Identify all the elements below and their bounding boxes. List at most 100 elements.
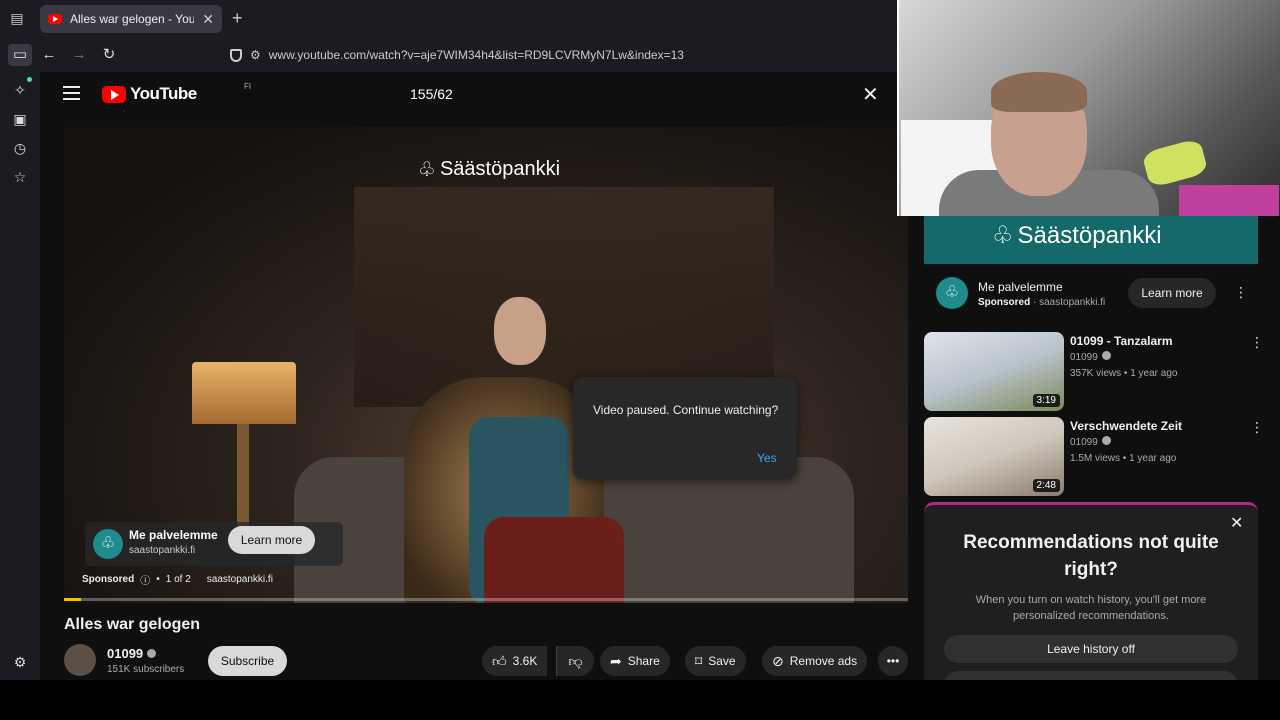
sidebar-ad[interactable]: ♧ Me palvelemme Sponsored · saastopankki…: [924, 264, 1258, 324]
ad-progress-bar[interactable]: [64, 598, 908, 601]
bookmarks-star-icon[interactable]: ☆: [10, 167, 30, 187]
youtube-logo[interactable]: YouTube FI: [102, 82, 251, 104]
continue-watching-dialog: Video paused. Continue watching? Yes: [573, 377, 797, 479]
leave-history-off-button[interactable]: Leave history off: [944, 635, 1238, 663]
sidebar-ad-banner[interactable]: ♧ Säästöpankki: [924, 216, 1258, 264]
video-thumbnail[interactable]: 3:19: [924, 332, 1064, 411]
sidebar-toggle-icon[interactable]: ▭: [8, 44, 32, 66]
dialog-yes-button[interactable]: Yes: [757, 451, 777, 465]
save-button[interactable]: ⌑ Save: [685, 646, 746, 676]
ad-card-site: saastopankki.fi: [129, 545, 196, 556]
rec-channel-name: 01099: [1070, 437, 1098, 448]
channel-name-text[interactable]: 01099: [107, 646, 143, 661]
recommendation-item[interactable]: 3:19 01099 - Tanzalarm 01099 357K views …: [924, 332, 1264, 412]
sidebar-ad-title: Me palvelemme: [978, 280, 1063, 294]
clover-logo-icon: ♧: [418, 159, 436, 181]
video-player[interactable]: ♧ Säästöpankki ♧ Me palvelemme saastopan…: [64, 127, 908, 603]
ad-card[interactable]: ♧ Me palvelemme saastopankki.fi Learn mo…: [85, 522, 343, 566]
youtube-favicon-icon: [48, 14, 62, 24]
share-label: Share: [627, 654, 660, 668]
save-label: Save: [708, 654, 736, 668]
rec-channel: 01099: [1070, 351, 1111, 363]
more-vertical-icon[interactable]: ⋮: [1250, 334, 1264, 351]
duration-badge: 3:19: [1032, 394, 1060, 407]
verified-check-icon: [1101, 351, 1111, 360]
rec-meta: 357K views • 1 year ago: [1070, 368, 1178, 379]
rec-channel: 01099: [1070, 436, 1111, 448]
like-count: 3.6K: [512, 654, 538, 668]
webcam-blanket: [1179, 185, 1279, 216]
browser-tab[interactable]: Alles war gelogen - YouTube ✕: [40, 5, 222, 33]
dislike-button[interactable]: 👎︎: [556, 646, 594, 676]
rec-channel-name: 01099: [1070, 352, 1098, 363]
video-frame-woman-head: [494, 297, 546, 365]
sidebar-learn-more-button[interactable]: Learn more: [1128, 278, 1216, 308]
verified-check-icon: [147, 649, 157, 658]
url-text[interactable]: www.youtube.com/watch?v=aje7WIM34h4&list…: [269, 48, 684, 62]
info-icon[interactable]: ⓘ: [140, 572, 150, 587]
ad-brand-overlay: ♧ Säästöpankki: [418, 157, 560, 182]
tab-list-icon[interactable]: ▤: [8, 10, 26, 28]
ad-site-link[interactable]: saastopankki.fi: [207, 574, 273, 585]
ad-learn-more-button[interactable]: Learn more: [228, 526, 315, 554]
share-arrow-icon: ➦: [610, 652, 622, 669]
verified-check-icon: [1101, 436, 1111, 445]
subscriber-count: 151K subscribers: [107, 664, 185, 675]
site-settings-icon[interactable]: ⚙: [250, 48, 261, 62]
search-input[interactable]: 155/62: [410, 86, 453, 102]
country-code: FI: [244, 82, 252, 91]
rec-meta: 1.5M views • 1 year ago: [1070, 453, 1177, 464]
sidebar-ad-site: saastopankki.fi: [1039, 297, 1106, 308]
tab-title: Alles war gelogen - YouTube: [70, 12, 195, 26]
search-box[interactable]: 155/62 ✕: [400, 78, 890, 110]
rec-title[interactable]: Verschwendete Zeit: [1070, 419, 1182, 433]
webcam-pillow: [1141, 137, 1209, 189]
duration-badge: 2:48: [1032, 479, 1060, 492]
logo-text: YouTube: [130, 84, 197, 103]
browser-sidebar: ✧ ▣ ◷ ☆ ⚙: [0, 72, 40, 680]
video-thumbnail[interactable]: 2:48: [924, 417, 1064, 496]
back-icon[interactable]: ←: [38, 44, 60, 66]
settings-gear-icon[interactable]: ⚙: [10, 652, 30, 672]
address-bar[interactable]: ⚙ www.youtube.com/watch?v=aje7WIM34h4&li…: [222, 43, 902, 67]
clear-search-icon[interactable]: ✕: [862, 82, 879, 107]
video-frame-woman-skirt: [484, 517, 624, 603]
ad-count: 1 of 2: [165, 574, 191, 585]
rec-title[interactable]: 01099 - Tanzalarm: [1070, 334, 1173, 348]
remove-ads-button[interactable]: ⊘ Remove ads: [762, 646, 868, 676]
channel-name[interactable]: 01099: [107, 646, 157, 661]
no-ads-icon: ⊘: [772, 652, 784, 669]
notification-dot: [27, 77, 32, 82]
sidebar-sponsored-label: Sponsored: [978, 297, 1031, 308]
shield-icon[interactable]: [230, 48, 242, 62]
history-icon[interactable]: ◷: [10, 138, 30, 158]
recommendation-item[interactable]: 2:48 Verschwendete Zeit 01099 1.5M views…: [924, 417, 1264, 497]
dialog-message: Video paused. Continue watching?: [593, 403, 779, 417]
more-vertical-icon[interactable]: ⋮: [1250, 419, 1264, 436]
share-button[interactable]: ➦ Share: [600, 646, 670, 676]
menu-icon[interactable]: [63, 86, 80, 100]
video-title: Alles war gelogen: [64, 616, 201, 633]
new-tab-icon[interactable]: +: [232, 8, 243, 29]
reload-icon[interactable]: ↻: [98, 44, 120, 66]
more-actions-button[interactable]: •••: [878, 646, 908, 676]
more-vertical-icon[interactable]: ⋮: [1234, 284, 1248, 301]
clover-logo-icon: ♧: [992, 222, 1014, 249]
youtube-play-icon: [102, 85, 126, 103]
advertiser-avatar: ♧: [936, 277, 968, 309]
save-page-icon[interactable]: ▣: [10, 109, 30, 129]
channel-avatar[interactable]: [64, 644, 96, 676]
more-horizontal-icon: •••: [886, 654, 900, 668]
subscribe-button[interactable]: Subscribe: [208, 646, 287, 676]
like-button[interactable]: 👍︎ 3.6K: [482, 646, 548, 676]
prompt-heading: Recommendations not quite right?: [963, 532, 1219, 580]
ai-sparkle-icon[interactable]: ✧: [10, 80, 30, 100]
remove-ads-label: Remove ads: [789, 654, 858, 668]
advertiser-avatar: ♧: [93, 529, 123, 559]
thumbs-up-icon: 👍︎: [492, 652, 507, 669]
forward-icon[interactable]: →: [68, 44, 90, 66]
ad-progress-fill: [64, 598, 81, 601]
bookmark-icon: ⌑: [695, 652, 703, 669]
close-tab-icon[interactable]: ✕: [202, 11, 214, 28]
prompt-body: When you turn on watch history, you'll g…: [975, 594, 1207, 622]
